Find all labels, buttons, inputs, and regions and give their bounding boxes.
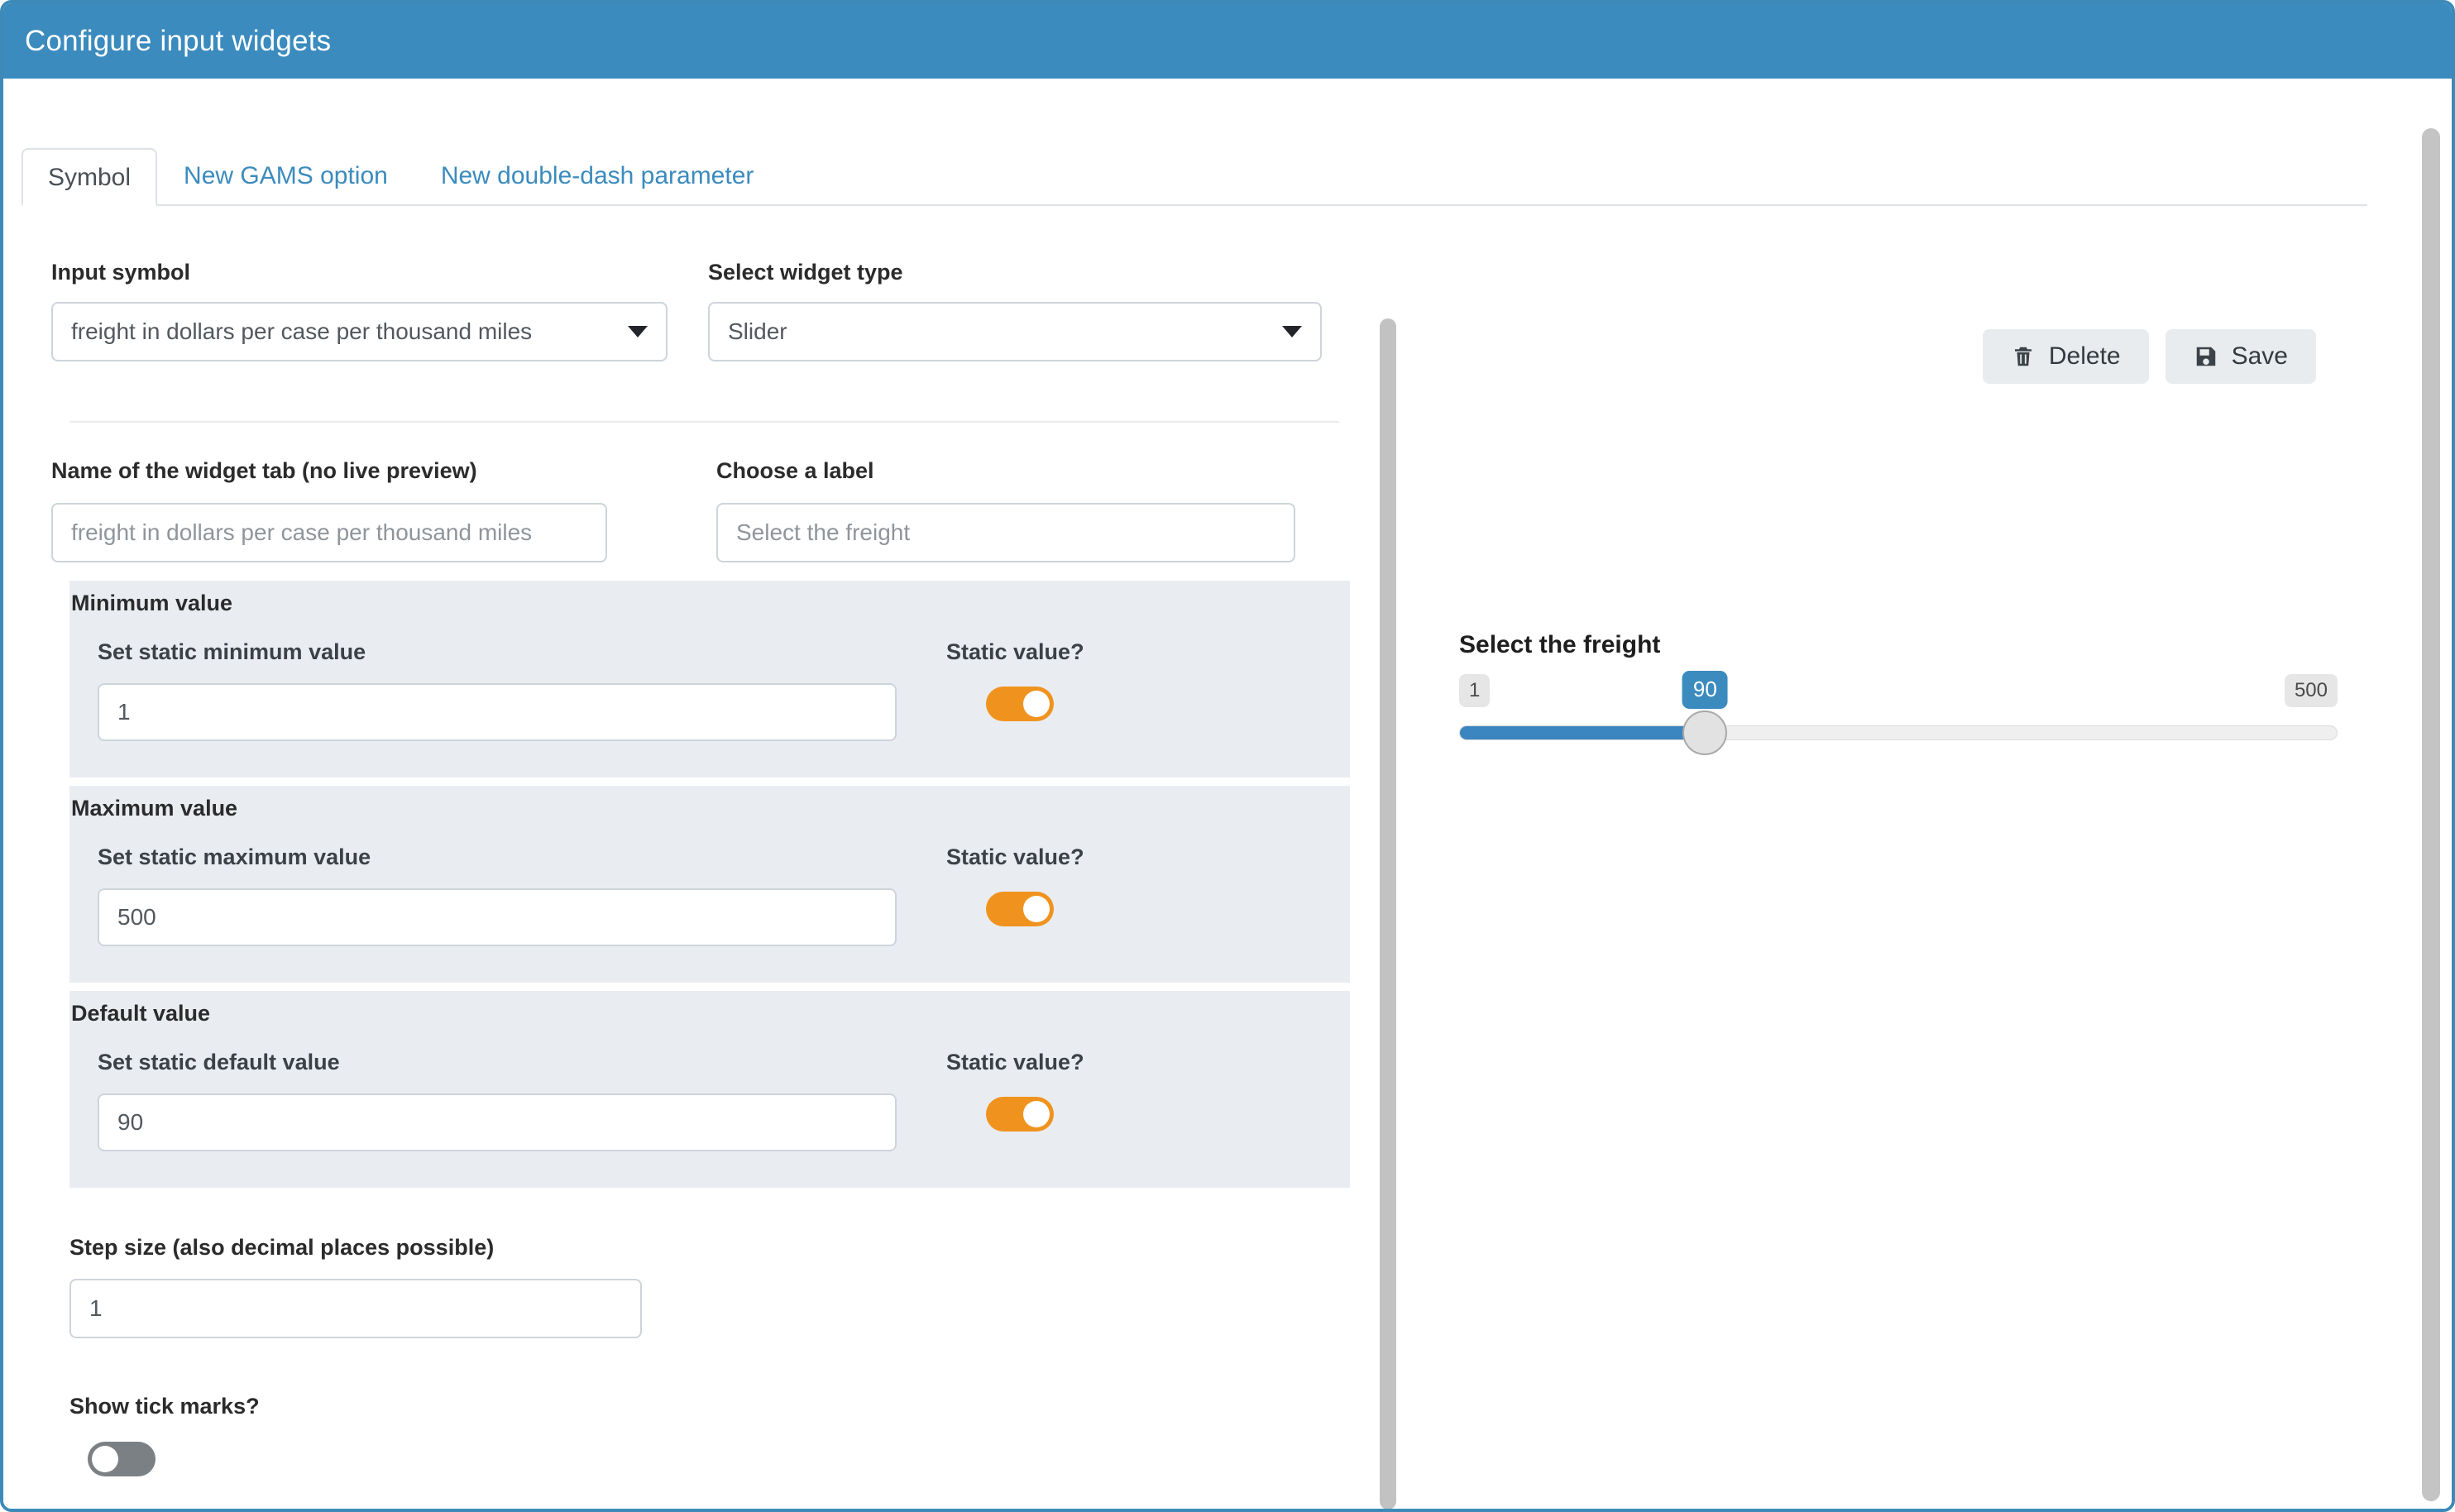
widget-tab-name-input[interactable]: freight in dollars per case per thousand… [51, 502, 607, 562]
tab-symbol[interactable]: Symbol [22, 148, 158, 206]
dialog-scrollbar-thumb[interactable] [2422, 128, 2440, 1501]
widget-tab-name-value: freight in dollars per case per thousand… [71, 519, 533, 545]
minimum-value-panel: Minimum value Set static minimum value 1… [69, 580, 1350, 778]
default-value-input[interactable]: 90 [98, 1093, 897, 1151]
widget-tab-name-label: Name of the widget tab (no live preview) [51, 458, 477, 484]
slider-preview-label: Select the freight [1459, 631, 1661, 658]
minimum-value-text: 1 [117, 698, 131, 725]
tab-new-gams-option[interactable]: New GAMS option [157, 146, 414, 204]
widget-type-label: Select widget type [708, 260, 903, 285]
maximum-static-label: Static value? [946, 844, 1084, 869]
step-size-value: 1 [89, 1295, 103, 1322]
input-symbol-value: freight in dollars per case per thousand… [71, 318, 533, 345]
dialog-body: Symbol New GAMS option New double-dash p… [3, 79, 2452, 1509]
toggle-knob [1023, 1100, 1050, 1127]
widget-type-value: Slider [728, 318, 787, 345]
action-button-row: Delete Save [1982, 329, 2316, 384]
floppy-disk-icon [2194, 344, 2218, 369]
maximum-static-toggle[interactable] [986, 891, 1054, 926]
chevron-down-icon [628, 326, 648, 338]
delete-button[interactable]: Delete [1982, 329, 2149, 384]
toggle-knob [1023, 895, 1050, 922]
slider-fill [1460, 726, 1706, 739]
step-size-input[interactable]: 1 [69, 1279, 642, 1339]
slider-min-badge: 1 [1459, 674, 1491, 707]
settings-scrollbar-track[interactable] [1380, 318, 1396, 1509]
delete-button-label: Delete [2048, 342, 2121, 370]
slider-track[interactable] [1459, 725, 2338, 740]
slider-max-badge: 500 [2284, 674, 2338, 707]
trash-icon [2011, 344, 2036, 369]
dialog-header: Configure input widgets [3, 3, 2452, 79]
minimum-sub-label: Set static minimum value [98, 639, 366, 664]
chevron-down-icon [1282, 326, 1302, 338]
choose-label-value: Select the freight [736, 519, 911, 545]
show-tick-marks-toggle[interactable] [88, 1441, 156, 1476]
minimum-value-input[interactable]: 1 [98, 682, 897, 741]
default-value-text: 90 [117, 1108, 144, 1135]
save-button-label: Save [2231, 342, 2288, 370]
save-button[interactable]: Save [2165, 329, 2316, 384]
dialog-scrollbar-track[interactable] [2422, 79, 2447, 1509]
default-value-title: Default value [71, 1000, 211, 1026]
widget-type-select[interactable]: Slider [708, 302, 1322, 362]
preview-pane: Delete Save Select the freight 1 500 90 [1409, 226, 2386, 1509]
default-sub-label: Set static default value [98, 1049, 340, 1074]
default-value-panel: Default value Set static default value 9… [69, 990, 1350, 1188]
minimum-static-label: Static value? [946, 639, 1084, 664]
maximum-value-input[interactable]: 500 [98, 888, 897, 946]
slider-current-value-badge: 90 [1682, 671, 1728, 709]
toggle-knob [92, 1445, 118, 1472]
tab-bar: Symbol New GAMS option New double-dash p… [22, 141, 2367, 206]
settings-scroll-pane: Input symbol freight in dollars per case… [22, 226, 1366, 1509]
maximum-sub-label: Set static maximum value [98, 844, 371, 869]
default-static-toggle[interactable] [986, 1096, 1054, 1132]
tab-new-double-dash-parameter[interactable]: New double-dash parameter [414, 146, 781, 204]
toggle-knob [1023, 690, 1050, 717]
step-size-label: Step size (also decimal places possible) [69, 1234, 495, 1260]
configure-input-widgets-dialog: Configure input widgets Symbol New GAMS … [0, 0, 2455, 1512]
input-symbol-select[interactable]: freight in dollars per case per thousand… [51, 302, 668, 362]
slider-control[interactable]: 1 500 90 [1459, 671, 2338, 757]
maximum-value-panel: Maximum value Set static maximum value 5… [69, 785, 1350, 983]
slider-thumb[interactable] [1682, 711, 1728, 755]
input-symbol-label: Input symbol [51, 260, 190, 285]
maximum-value-title: Maximum value [71, 795, 238, 821]
minimum-value-title: Minimum value [71, 590, 233, 615]
minimum-static-toggle[interactable] [986, 686, 1054, 721]
slider-preview: Select the freight 1 500 90 [1459, 631, 2338, 757]
default-static-label: Static value? [946, 1049, 1084, 1074]
dialog-title: Configure input widgets [25, 24, 332, 57]
maximum-value-text: 500 [117, 903, 156, 930]
choose-label-label: Choose a label [716, 458, 874, 484]
settings-scrollbar-thumb[interactable] [1380, 318, 1396, 1509]
show-tick-marks-label: Show tick marks? [69, 1394, 260, 1419]
choose-label-input[interactable]: Select the freight [716, 502, 1295, 562]
section-divider [69, 421, 1339, 423]
